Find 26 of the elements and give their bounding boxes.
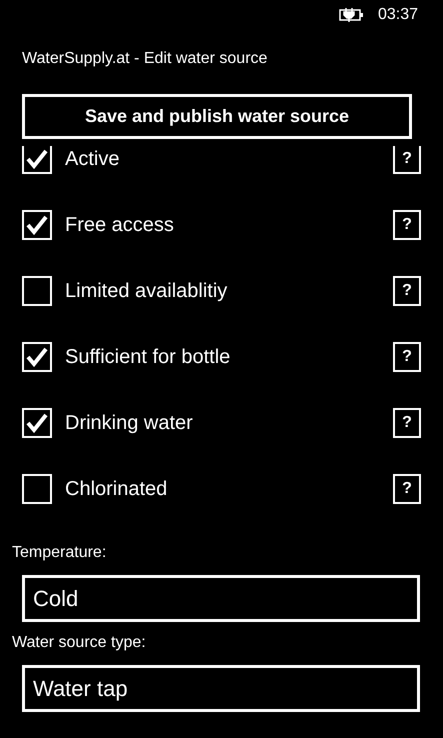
input-field[interactable]: Water tap — [22, 665, 420, 712]
checkbox-label: Limited availablitiy — [65, 280, 228, 302]
help-button[interactable]: ? — [393, 210, 421, 240]
checkbox[interactable] — [22, 276, 52, 306]
checkbox[interactable] — [22, 342, 52, 372]
clock-time: 03:37 — [378, 6, 418, 24]
help-button[interactable]: ? — [393, 276, 421, 306]
field-label: Temperature: — [11, 543, 108, 563]
checkbox[interactable] — [22, 210, 52, 240]
checkbox[interactable] — [22, 146, 52, 174]
help-button[interactable]: ? — [393, 342, 421, 372]
checkbox-label: Active — [65, 148, 120, 170]
help-button[interactable]: ? — [393, 474, 421, 504]
help-button[interactable]: ? — [393, 408, 421, 438]
battery-charging-icon — [338, 8, 364, 22]
checkbox[interactable] — [22, 408, 52, 438]
field-label: Water source type: — [11, 633, 147, 653]
checkbox-label: Drinking water — [65, 412, 194, 434]
checkbox[interactable] — [22, 474, 52, 504]
checkbox-label: Free access — [65, 214, 175, 236]
page-title: WaterSupply.at - Edit water source — [21, 49, 268, 69]
checkbox-label: Chlorinated — [65, 478, 168, 500]
checkbox-label: Sufficient for bottle — [65, 346, 232, 368]
save-button[interactable]: Save and publish water source — [22, 94, 412, 139]
input-field[interactable]: Cold — [22, 575, 420, 622]
help-button[interactable]: ? — [393, 146, 421, 174]
